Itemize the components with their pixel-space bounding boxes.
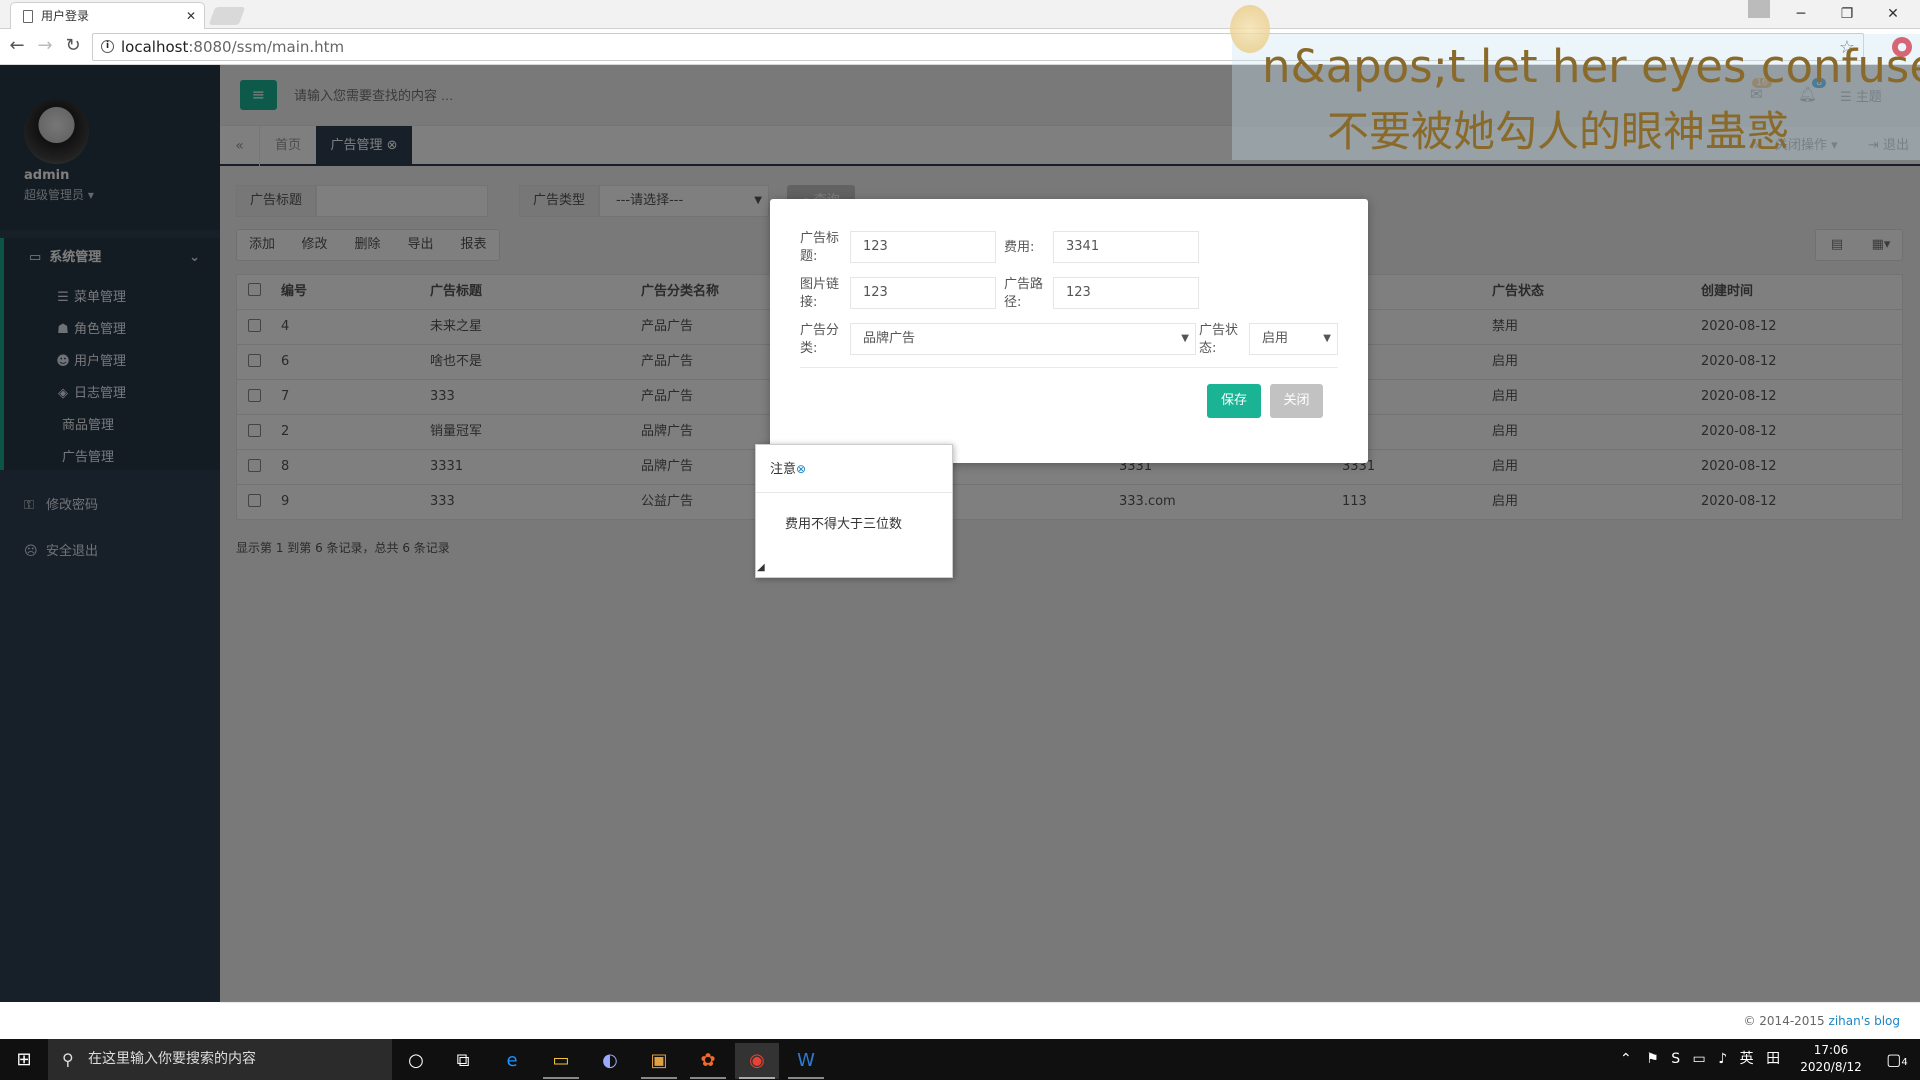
notification-count: 4 (1901, 1057, 1908, 1068)
lyric-line-chinese: 不要被她勾人的眼神蛊惑 (1327, 107, 1790, 156)
word-icon[interactable]: W (784, 1043, 828, 1079)
clock-time: 17:06 (1813, 1043, 1849, 1057)
input-language[interactable]: 英 (1740, 1051, 1754, 1067)
modal-path-label: 广告路径: (1004, 277, 1044, 310)
eclipse-icon[interactable]: ◐ (588, 1043, 632, 1079)
search-icon: ⚲ (62, 1050, 74, 1069)
alert-title-text: 注意 (770, 462, 797, 477)
volume-icon[interactable]: ♪ (1718, 1051, 1727, 1067)
modal-divider (800, 367, 1338, 368)
select-value: 品牌广告 (863, 331, 916, 346)
windows-start-icon[interactable]: ⊞ (0, 1039, 48, 1080)
chrome-icon[interactable]: ◉ (735, 1043, 779, 1079)
copyright-text: © 2014-2015 (1743, 1014, 1829, 1028)
modal-img-input[interactable]: 123 (850, 277, 996, 309)
system-tray: ⌃ ⚑ S ▭ ♪ 英 田 (1614, 1039, 1814, 1080)
select-value: 启用 (1262, 331, 1289, 346)
browser-tab[interactable]: 用户登录 ✕ (10, 2, 205, 29)
running-indicator (690, 1077, 726, 1079)
ime-icon[interactable]: 田 (1766, 1051, 1780, 1067)
modal-status-label: 广告状态: (1199, 323, 1239, 356)
resize-handle-icon[interactable]: ◢ (757, 562, 765, 573)
forward-arrow-icon[interactable]: → (32, 33, 58, 59)
lyric-line-english: n&apos;t let her eyes confuse (1262, 40, 1920, 93)
running-indicator (641, 1077, 677, 1079)
modal-title-input[interactable]: 123 (850, 231, 996, 263)
url-path: :8080/ssm/main.htm (188, 38, 345, 56)
file-explorer-icon[interactable]: ▭ (539, 1043, 583, 1079)
caret-down-icon: ▼ (1181, 333, 1189, 344)
close-button[interactable]: 关闭 (1270, 384, 1323, 418)
url-host: localhost (121, 38, 189, 56)
running-indicator (739, 1077, 775, 1079)
back-arrow-icon[interactable]: ← (4, 33, 30, 59)
taskbar-search-placeholder: 在这里输入你要搜索的内容 (88, 1051, 256, 1067)
edge-icon[interactable]: e (490, 1043, 534, 1079)
modal-path-input[interactable]: 123 (1053, 277, 1199, 309)
clock-date: 2020/8/12 (1800, 1060, 1862, 1074)
modal-fee-label: 费用: (1004, 240, 1035, 255)
browser-tab-strip (0, 0, 1920, 29)
running-indicator (543, 1077, 579, 1079)
restore-button[interactable]: ❐ (1824, 0, 1870, 28)
alert-message: 费用不得大于三位数 (785, 517, 903, 532)
close-window-button[interactable]: ✕ (1870, 0, 1916, 28)
action-center-icon[interactable]: ▢4 (1874, 1039, 1920, 1080)
task-view-icon[interactable]: ⧉ (441, 1043, 485, 1079)
modal-status-select[interactable]: 启用 ▼ (1249, 323, 1338, 355)
modal-title-label: 广告标题: (800, 231, 840, 264)
minimize-button[interactable]: ─ (1778, 0, 1824, 28)
taskbar-clock[interactable]: 17:06 2020/8/12 (1790, 1042, 1872, 1076)
close-circle-icon[interactable]: ⊗ (796, 462, 806, 476)
caret-down-icon: ▼ (1323, 333, 1331, 344)
taskbar-search[interactable]: ⚲ 在这里输入你要搜索的内容 (48, 1039, 392, 1080)
alert-divider (756, 492, 952, 493)
tray-chevron-up-icon[interactable]: ⌃ (1620, 1051, 1632, 1067)
cortana-icon[interactable]: ○ (394, 1043, 438, 1079)
running-indicator (788, 1077, 824, 1079)
app-icon[interactable]: ▣ (637, 1043, 681, 1079)
reload-icon[interactable]: ↻ (60, 33, 86, 59)
modal-fee-input[interactable]: 3341 (1053, 231, 1199, 263)
browser-tab-title: 用户登录 (41, 9, 90, 23)
alert-title: 注意⊗ (770, 458, 806, 477)
network-icon[interactable]: ⚑ (1646, 1051, 1659, 1067)
blog-link[interactable]: zihan's blog (1829, 1014, 1900, 1028)
close-tab-icon[interactable]: ✕ (186, 3, 196, 29)
modal-category-select[interactable]: 品牌广告 ▼ (850, 323, 1196, 355)
footer: © 2014-2015 zihan's blog (220, 1002, 1920, 1039)
modal-category-label: 广告分类: (800, 323, 840, 356)
save-button[interactable]: 保存 (1207, 384, 1261, 418)
profile-icon[interactable] (1748, 0, 1770, 18)
battery-icon[interactable]: ▭ (1693, 1051, 1706, 1067)
info-icon[interactable]: i (101, 40, 114, 53)
modal-img-label: 图片链接: (800, 277, 840, 310)
page-icon (23, 10, 33, 23)
sogou-icon[interactable]: S (1671, 1051, 1680, 1067)
music-player-icon[interactable]: ✿ (686, 1043, 730, 1079)
